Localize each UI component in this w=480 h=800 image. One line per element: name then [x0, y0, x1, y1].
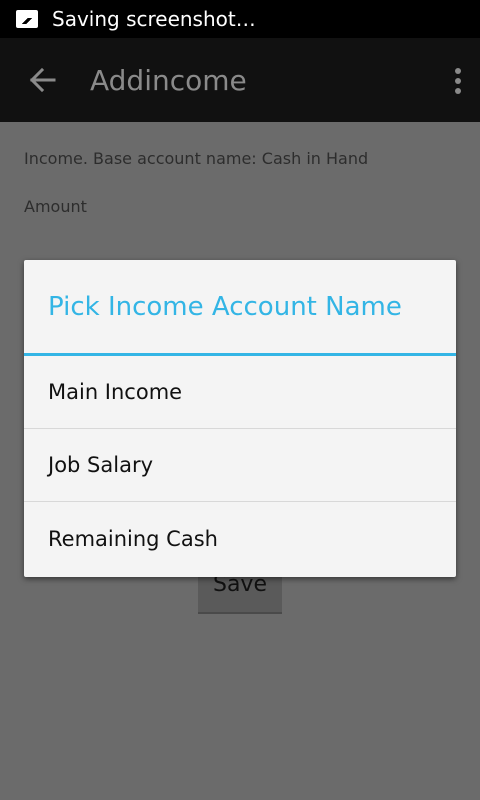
overflow-menu-icon[interactable] [454, 68, 462, 94]
pick-account-dialog: Pick Income Account Name Main Income Job… [24, 260, 456, 577]
page-title: Addincome [90, 63, 247, 97]
dialog-title: Pick Income Account Name [24, 260, 456, 356]
amount-label: Amount [24, 197, 87, 216]
status-bar: Saving screenshot… [0, 0, 480, 38]
list-item-job-salary[interactable]: Job Salary [24, 429, 456, 502]
back-arrow-icon[interactable] [0, 38, 84, 122]
income-label: Income. Base account name: Cash in Hand [24, 149, 369, 168]
list-item-remaining-cash[interactable]: Remaining Cash [24, 502, 456, 575]
list-item-main-income[interactable]: Main Income [24, 356, 456, 429]
image-icon [16, 10, 38, 28]
status-text: Saving screenshot… [52, 7, 256, 31]
action-bar: Addincome [0, 38, 480, 122]
